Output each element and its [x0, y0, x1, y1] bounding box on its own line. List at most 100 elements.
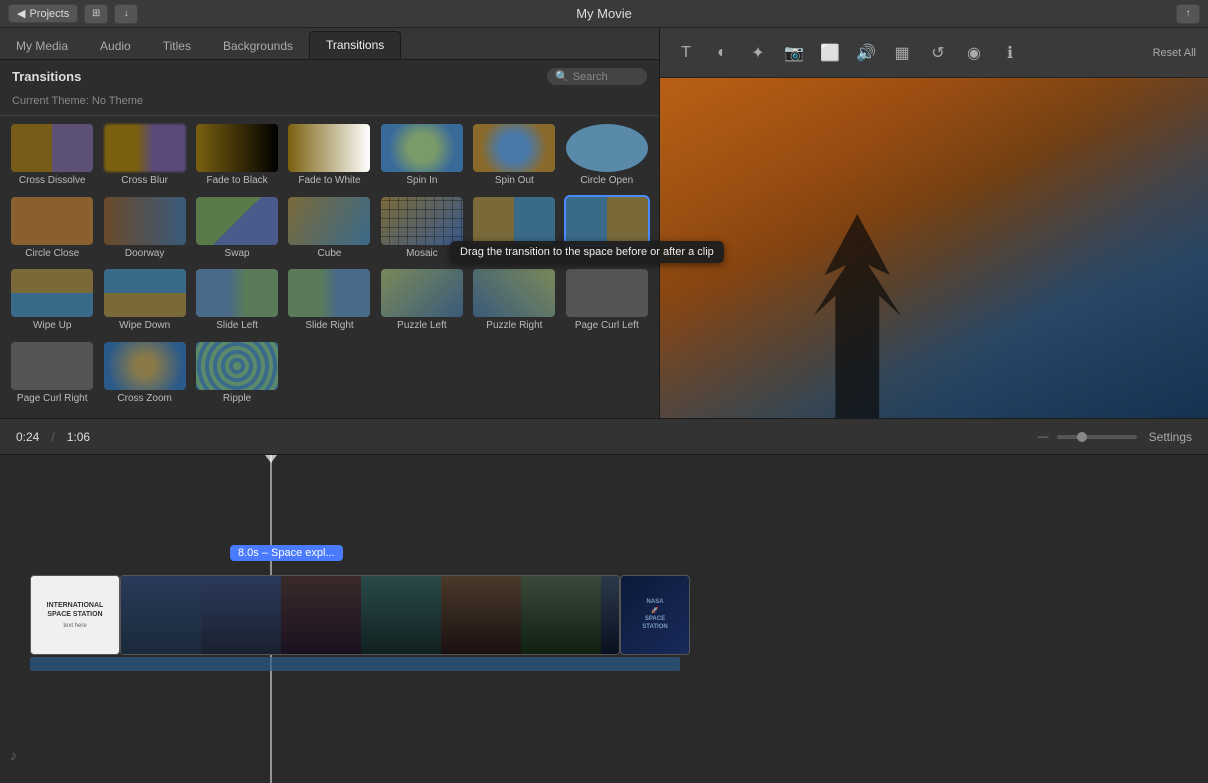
clip-title-card[interactable]: INTERNATIONALSPACE STATION text here [30, 575, 120, 655]
title-bar: ◀ Projects ⊞ ↓ My Movie ↑ [0, 0, 1208, 28]
layout-toggle-button[interactable]: ⊞ [84, 4, 108, 24]
transition-wipe-down[interactable]: Wipe Down [100, 269, 188, 338]
transition-label-cross-blur: Cross Blur [121, 175, 168, 186]
left-panel: My Media Audio Titles Backgrounds Transi… [0, 28, 660, 418]
projects-button[interactable]: ◀ Projects [8, 4, 78, 23]
speed-icon[interactable]: ↺ [924, 39, 952, 67]
preview-toolbar: T ◐ ✦ 📷 ⬜ 🔊 ▦ ↺ ◉ ℹ Reset All [660, 28, 1208, 78]
timeline: 8.0s – Space expl... INTERNATIONALSPACE … [0, 455, 1208, 783]
transition-thumb-page-curl-right [11, 342, 93, 390]
tab-my-media[interactable]: My Media [0, 33, 84, 59]
transition-label-doorway: Doorway [125, 248, 164, 259]
search-input[interactable] [573, 71, 643, 83]
stabilize-icon[interactable]: ◉ [960, 39, 988, 67]
settings-label[interactable]: Settings [1149, 430, 1192, 444]
transition-cross-dissolve[interactable]: Cross Dissolve [8, 124, 96, 193]
transition-label-cross-dissolve: Cross Dissolve [19, 175, 86, 186]
transition-thumb-ripple [196, 342, 278, 390]
transition-fade-to-black[interactable]: Fade to Black [193, 124, 281, 193]
info-icon[interactable]: ℹ [996, 39, 1024, 67]
bars-icon[interactable]: ▦ [888, 39, 916, 67]
camera-icon[interactable]: 📷 [780, 39, 808, 67]
transition-slide-right[interactable]: Slide Right [285, 269, 373, 338]
transition-thumb-wipe-right [566, 197, 648, 245]
transition-label-wipe-down: Wipe Down [119, 320, 170, 331]
transition-cube[interactable]: Cube [285, 197, 373, 266]
transition-cross-zoom[interactable]: Cross Zoom [100, 342, 188, 411]
music-icon: ♪ [10, 747, 17, 763]
transition-label-page-curl-left: Page Curl Left [575, 320, 639, 331]
transition-thumb-fade-to-white [288, 124, 370, 172]
transition-puzzle-right[interactable]: Puzzle Right [470, 269, 558, 338]
preview-image [660, 78, 1208, 418]
transition-page-curl-left[interactable]: Page Curl Left [563, 269, 651, 338]
transition-thumb-slide-left [196, 269, 278, 317]
frame-7 [601, 576, 620, 654]
transition-swap[interactable]: Swap [193, 197, 281, 266]
preview-area [660, 78, 1208, 418]
drag-tooltip: Drag the transition to the space before … [450, 241, 724, 263]
total-time: 1:06 [67, 430, 90, 444]
transition-slide-left[interactable]: Slide Left [193, 269, 281, 338]
transition-spin-in[interactable]: Spin In [378, 124, 466, 193]
transition-thumb-slide-right [288, 269, 370, 317]
playback-bar: 0:24 / 1:06 — Settings [0, 419, 1208, 455]
transition-puzzle-left[interactable]: Puzzle Left [378, 269, 466, 338]
current-theme: Current Theme: No Theme [0, 93, 659, 116]
transition-spin-out[interactable]: Spin Out [470, 124, 558, 193]
reset-all-button[interactable]: Reset All [1153, 47, 1196, 59]
frame-5 [441, 576, 521, 654]
transition-ripple[interactable]: Ripple [193, 342, 281, 411]
audio-track [30, 657, 680, 671]
bottom-section: 0:24 / 1:06 — Settings 8.0s – Space expl… [0, 418, 1208, 783]
transition-thumb-puzzle-left [381, 269, 463, 317]
transition-thumb-spin-in [381, 124, 463, 172]
tab-transitions[interactable]: Transitions [309, 31, 401, 59]
transitions-title: Transitions [12, 69, 81, 84]
transition-label-spin-out: Spin Out [495, 175, 534, 186]
frame-1 [121, 576, 201, 654]
zoom-slider-thumb[interactable] [1077, 432, 1087, 442]
transition-label-fade-to-black: Fade to Black [206, 175, 267, 186]
transition-wipe-up[interactable]: Wipe Up [8, 269, 96, 338]
zoom-slider-track[interactable] [1057, 435, 1137, 439]
transition-thumb-cross-zoom [104, 342, 186, 390]
effects-icon[interactable]: ✦ [744, 39, 772, 67]
right-panel: T ◐ ✦ 📷 ⬜ 🔊 ▦ ↺ ◉ ℹ Reset All [660, 28, 1208, 418]
tab-audio[interactable]: Audio [84, 33, 147, 59]
audio-icon[interactable]: 🔊 [852, 39, 880, 67]
transition-fade-to-white[interactable]: Fade to White [285, 124, 373, 193]
transition-thumb-wipe-left [473, 197, 555, 245]
current-time: 0:24 [16, 430, 39, 444]
transition-label-circle-open: Circle Open [580, 175, 633, 186]
transition-thumb-fade-to-black [196, 124, 278, 172]
title-bar-right: ↑ [1176, 4, 1200, 24]
transition-cross-blur[interactable]: Cross Blur [100, 124, 188, 193]
text-tool-icon[interactable]: T [672, 39, 700, 67]
transition-thumb-puzzle-right [473, 269, 555, 317]
color-correction-icon[interactable]: ◐ [708, 39, 736, 67]
playhead-triangle [265, 455, 277, 463]
transition-circle-open[interactable]: Circle Open [563, 124, 651, 193]
transition-label-ripple: Ripple [223, 393, 251, 404]
transition-label-fade-to-white: Fade to White [298, 175, 360, 186]
tab-backgrounds[interactable]: Backgrounds [207, 33, 309, 59]
transition-page-curl-right[interactable]: Page Curl Right [8, 342, 96, 411]
clip-video-strip[interactable] [120, 575, 620, 655]
tab-titles[interactable]: Titles [147, 33, 207, 59]
clip-space-logo[interactable]: NASA🚀SPACESTATION [620, 575, 690, 655]
search-box[interactable]: 🔍 [547, 68, 647, 85]
transitions-grid: Cross Dissolve Cross Blur Fade to Black Fad… [0, 116, 659, 418]
nav-tabs: My Media Audio Titles Backgrounds Transi… [0, 28, 659, 60]
transition-label-puzzle-left: Puzzle Left [397, 320, 446, 331]
share-button[interactable]: ↑ [1176, 4, 1200, 24]
transition-doorway[interactable]: Doorway [100, 197, 188, 266]
transition-thumb-circle-close [11, 197, 93, 245]
download-button[interactable]: ↓ [114, 4, 138, 24]
transition-circle-close[interactable]: Circle Close [8, 197, 96, 266]
projects-icon: ◀ [17, 7, 25, 20]
transition-label-cross-zoom: Cross Zoom [117, 393, 171, 404]
transition-label-page-curl-right: Page Curl Right [17, 393, 88, 404]
crop-icon[interactable]: ⬜ [816, 39, 844, 67]
transition-thumb-cross-dissolve [11, 124, 93, 172]
